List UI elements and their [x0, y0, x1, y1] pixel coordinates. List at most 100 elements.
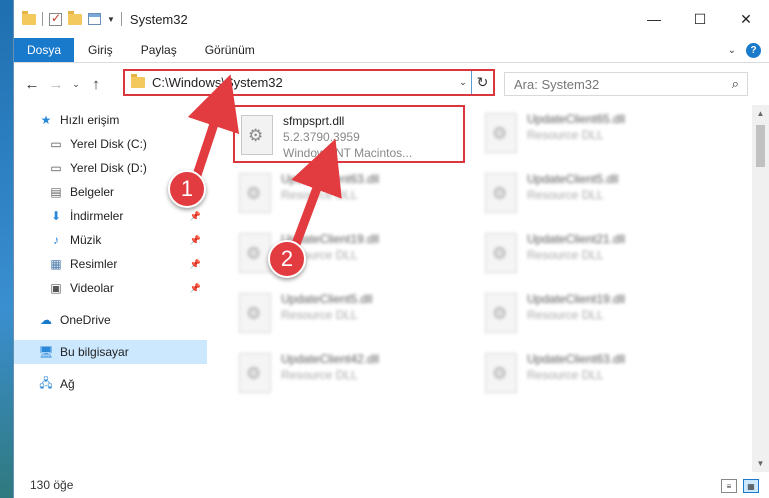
file-description: Resource DLL: [281, 368, 358, 382]
nav-item-label: Bu bilgisayar: [60, 345, 129, 359]
file-name: UpdateClient63.dll: [527, 352, 626, 366]
nav-item-this-pc[interactable]: 🖥 Bu bilgisayar: [14, 340, 207, 364]
folder-icon: [131, 74, 145, 88]
window-title: System32: [129, 11, 188, 27]
file-description: Resource DLL: [527, 188, 604, 202]
dll-file-icon: [485, 293, 517, 333]
file-description: Windows NT Macintos...: [283, 146, 413, 160]
file-description: Resource DLL: [281, 188, 358, 202]
nav-item-local-disk-c[interactable]: ▭ Yerel Disk (C:): [14, 132, 207, 156]
file-tile-sfmpsprt[interactable]: sfmpsprt.dll 5.2.3790.3959 Windows NT Ma…: [233, 105, 465, 163]
quick-access-toolbar: ▼: [14, 10, 122, 26]
pin-icon[interactable]: 📌: [190, 235, 201, 246]
explorer-window: ▼ System32 — ☐ ✕ Dosya Giriş Paylaş Görü…: [13, 0, 769, 498]
properties-icon[interactable]: [88, 13, 101, 25]
file-name: sfmpsprt.dll: [283, 114, 345, 128]
file-name: UpdateClient5.dll: [281, 292, 373, 306]
tab-view[interactable]: Görünüm: [191, 38, 269, 62]
navigation-pane: ★ Hızlı erişim ▭ Yerel Disk (C:) ▭ Yerel…: [14, 105, 207, 472]
star-icon: ★: [40, 113, 52, 127]
help-icon[interactable]: ?: [746, 43, 761, 58]
scroll-thumb[interactable]: [756, 125, 765, 167]
new-folder-icon[interactable]: [68, 10, 82, 25]
file-tile[interactable]: UpdateClient65.dll Resource DLL: [479, 105, 711, 163]
file-description: Resource DLL: [527, 308, 604, 322]
tab-share[interactable]: Paylaş: [127, 38, 191, 62]
computer-icon: 🖥: [38, 345, 54, 359]
search-icon[interactable]: ⌕: [732, 76, 739, 92]
file-name: UpdateClient21.dll: [527, 232, 626, 246]
cloud-icon: ☁: [40, 313, 52, 327]
nav-item-label: Resimler: [70, 257, 118, 271]
tiles-view-icon[interactable]: ▦: [743, 479, 759, 493]
file-tile[interactable]: UpdateClient42.dll Resource DLL: [233, 345, 465, 403]
address-row: ← → ⌄ ↑ C:\Windows\System32 ⌄ ↻ Ara: Sys…: [14, 63, 769, 105]
file-version: 5.2.3790.3959: [283, 130, 360, 144]
pin-icon[interactable]: 📌: [190, 283, 201, 294]
file-name: UpdateClient65.dll: [527, 112, 626, 126]
address-path[interactable]: C:\Windows\System32: [152, 75, 455, 90]
details-view-icon[interactable]: ≡: [721, 479, 737, 493]
download-icon: ⬇: [50, 209, 62, 223]
dll-file-icon: [485, 113, 517, 153]
tab-home[interactable]: Giriş: [74, 38, 127, 62]
file-name: UpdateClient19.dll: [527, 292, 626, 306]
file-name: UpdateClient42.dll: [281, 352, 380, 366]
dll-file-icon: [239, 293, 271, 333]
title-bar: ▼ System32 — ☐ ✕: [14, 0, 769, 38]
close-button[interactable]: ✕: [723, 0, 769, 38]
search-input[interactable]: Ara: System32 ⌕: [504, 72, 748, 96]
up-arrow-icon[interactable]: ↑: [84, 76, 108, 93]
minimize-button[interactable]: —: [631, 0, 677, 38]
file-tile[interactable]: UpdateClient63.dll Resource DLL: [479, 345, 711, 403]
view-buttons: ≡ ▦: [721, 479, 759, 493]
address-dropdown-icon[interactable]: ⌄: [455, 77, 471, 88]
scroll-up-icon[interactable]: ▲: [752, 105, 769, 122]
file-list: sfmpsprt.dll 5.2.3790.3959 Windows NT Ma…: [207, 105, 769, 472]
file-name: UpdateClient63.dll: [281, 172, 380, 186]
pin-icon[interactable]: 📌: [190, 259, 201, 270]
dll-file-icon: [241, 115, 273, 155]
dll-file-icon: [239, 353, 271, 393]
file-description: Resource DLL: [281, 308, 358, 322]
step-badge-2: 2: [268, 240, 306, 278]
expand-ribbon-chevron-icon[interactable]: ⌄: [728, 45, 736, 56]
tab-file[interactable]: Dosya: [14, 38, 75, 62]
properties-check-icon[interactable]: [49, 11, 62, 26]
back-arrow-icon[interactable]: ←: [20, 76, 44, 93]
dll-file-icon: [485, 233, 517, 273]
folder-icon[interactable]: [22, 10, 36, 25]
customize-toolbar-dropdown-icon[interactable]: ▼: [107, 15, 115, 24]
dll-file-icon: [485, 353, 517, 393]
nav-item-videos[interactable]: ▣ Videolar 📌: [14, 276, 207, 300]
nav-item-quick-access[interactable]: ★ Hızlı erişim: [14, 108, 207, 132]
nav-item-music[interactable]: ♪ Müzik 📌: [14, 228, 207, 252]
nav-item-label: Ağ: [60, 377, 75, 391]
file-tile[interactable]: UpdateClient21.dll Resource DLL: [479, 225, 711, 283]
file-tile[interactable]: UpdateClient5.dll Resource DLL: [479, 165, 711, 223]
ribbon-right-controls: ⌄ ?: [728, 43, 761, 58]
forward-arrow-icon[interactable]: →: [44, 76, 68, 93]
address-bar[interactable]: C:\Windows\System32 ⌄ ↻: [123, 69, 495, 96]
nav-item-label: İndirmeler: [70, 209, 124, 223]
pin-icon[interactable]: 📌: [190, 211, 201, 222]
refresh-icon[interactable]: ↻: [471, 71, 493, 94]
document-icon: ▤: [50, 185, 62, 199]
nav-item-onedrive[interactable]: ☁ OneDrive: [14, 308, 207, 332]
nav-item-label: Videolar: [70, 281, 114, 295]
file-tile[interactable]: UpdateClient5.dll Resource DLL: [233, 285, 465, 343]
recent-locations-chevron-icon[interactable]: ⌄: [68, 79, 84, 90]
drive-icon: ▭: [50, 137, 62, 151]
scroll-down-icon[interactable]: ▼: [752, 455, 769, 472]
ribbon-tabs: Dosya Giriş Paylaş Görünüm ⌄ ?: [14, 38, 769, 63]
file-tile[interactable]: UpdateClient63.dll Resource DLL: [233, 165, 465, 223]
nav-item-pictures[interactable]: ▦ Resimler 📌: [14, 252, 207, 276]
nav-item-label: Belgeler: [70, 185, 115, 199]
nav-item-downloads[interactable]: ⬇ İndirmeler 📌: [14, 204, 207, 228]
vertical-scrollbar[interactable]: ▲ ▼: [752, 105, 769, 472]
nav-gap: [14, 300, 207, 308]
nav-item-network[interactable]: 🖧 Ağ: [14, 372, 207, 396]
maximize-button[interactable]: ☐: [677, 0, 723, 38]
window-controls: — ☐ ✕: [631, 0, 769, 38]
file-tile[interactable]: UpdateClient19.dll Resource DLL: [479, 285, 711, 343]
